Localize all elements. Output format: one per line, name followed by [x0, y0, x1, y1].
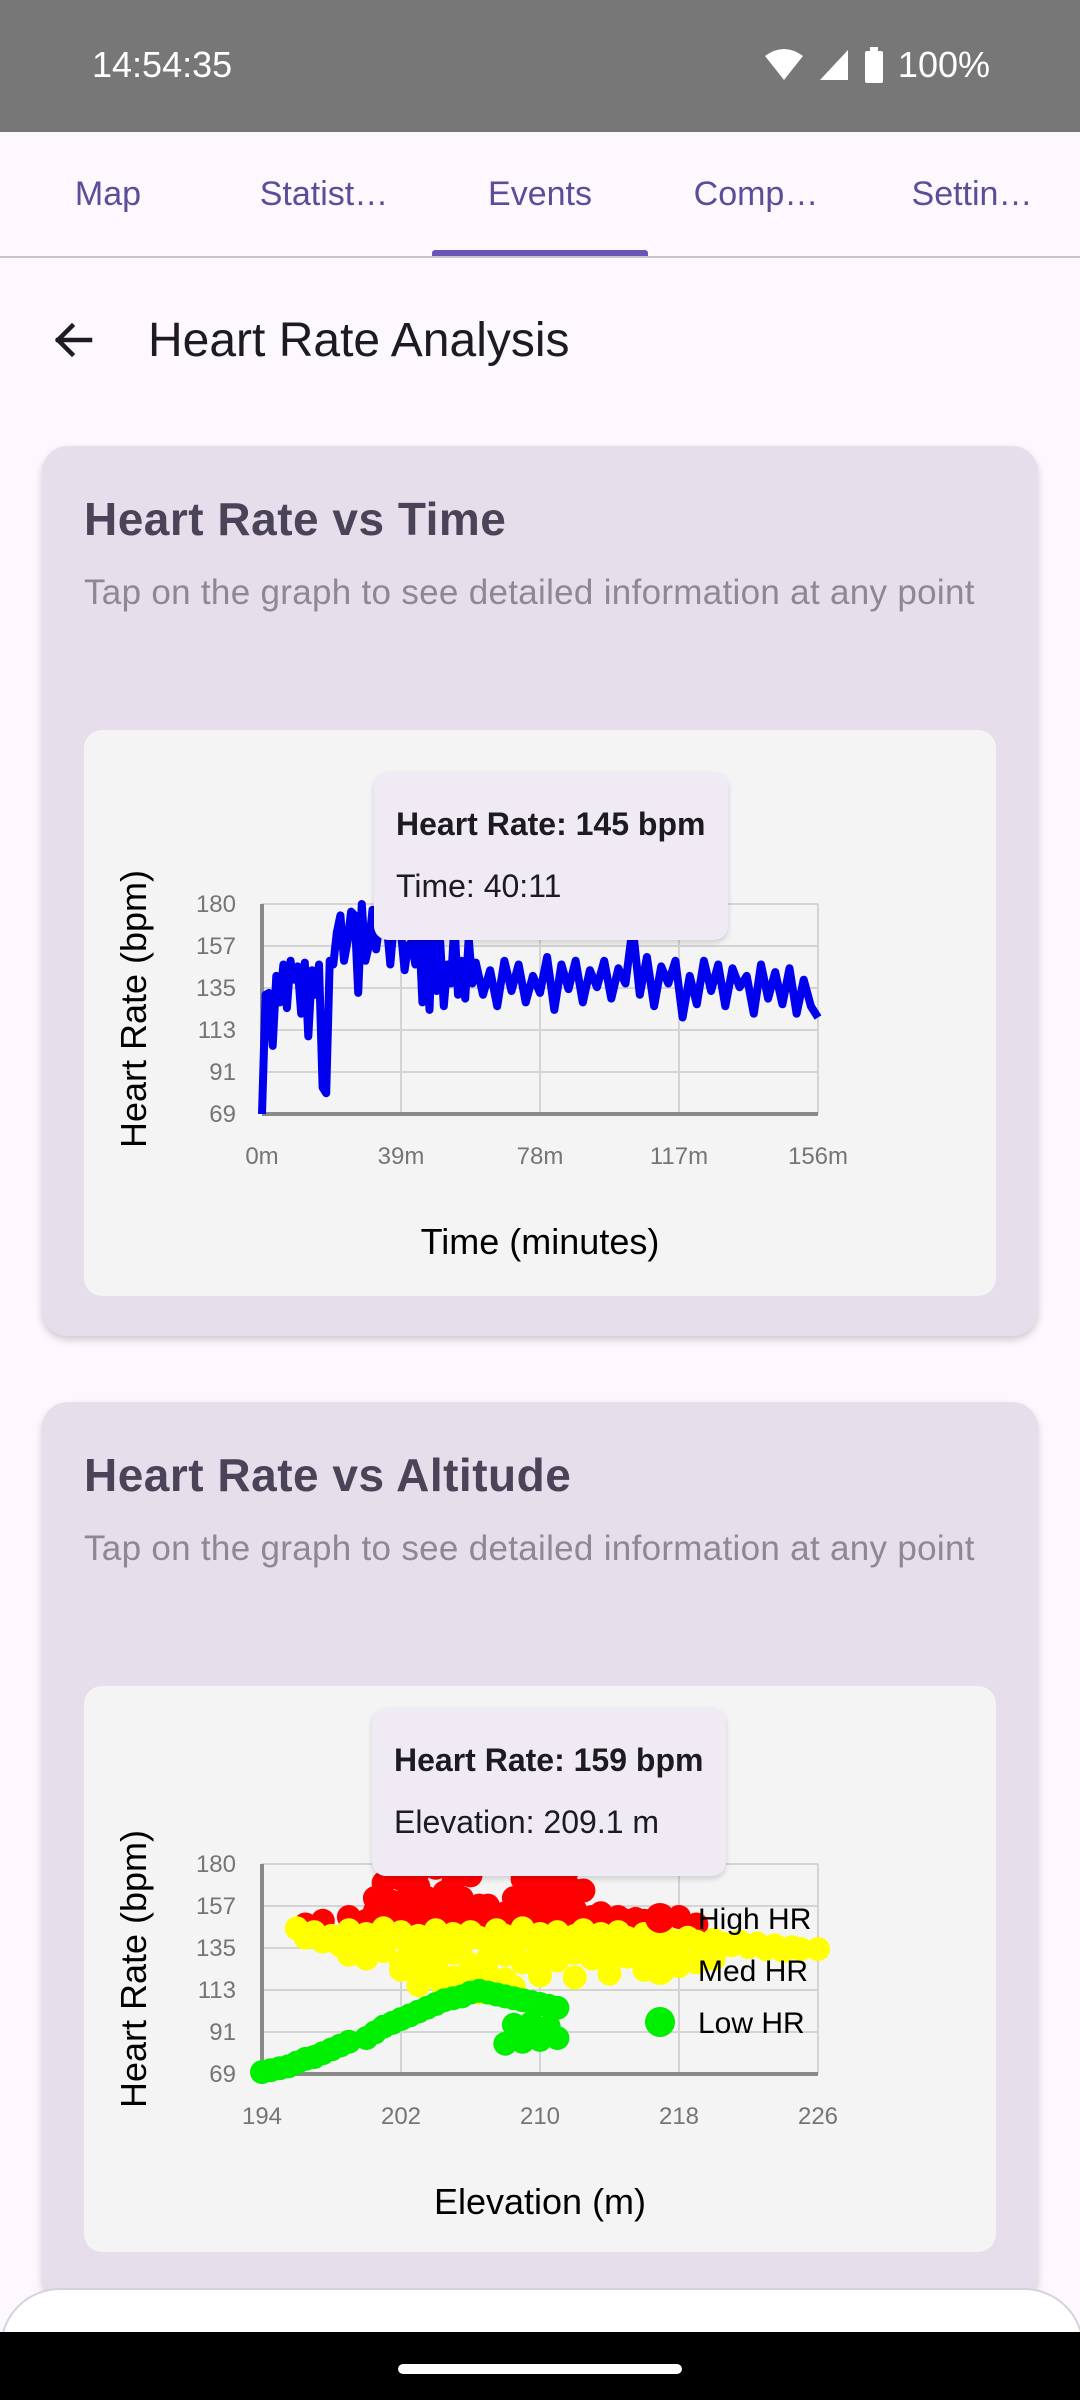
y-tick-label: 69: [209, 1101, 236, 1128]
y-tick-label: 157: [196, 1893, 236, 1920]
data-point: [806, 1937, 830, 1962]
tab-settings[interactable]: Settin…: [864, 132, 1080, 256]
x-tick-label: 117m: [650, 1143, 708, 1170]
x-tick-label: 78m: [517, 1143, 564, 1170]
x-tick-label: 218: [659, 2103, 699, 2130]
y-tick-label: 180: [196, 891, 236, 918]
heart-rate-altitude-card: Heart Rate vs Altitude Tap on the graph …: [42, 1402, 1038, 2302]
legend-label: Low HR: [698, 2007, 805, 2040]
y-tick-label: 135: [196, 1935, 236, 1962]
tab-compare[interactable]: Comp…: [648, 132, 864, 256]
x-tick-label: 226: [798, 2103, 838, 2130]
wifi-icon: [764, 48, 804, 82]
status-icons: 100%: [764, 44, 990, 86]
legend-marker: [645, 1955, 675, 1985]
x-tick-label: 0m: [245, 1143, 278, 1170]
card-title: Heart Rate vs Time: [84, 493, 507, 545]
y-tick-label: 180: [196, 1851, 236, 1878]
data-point: [597, 1961, 622, 1986]
legend-marker: [645, 1903, 675, 1933]
data-point: [397, 1956, 422, 1981]
battery-percent: 100%: [897, 44, 990, 85]
tab-statistics[interactable]: Statist…: [216, 132, 432, 256]
y-tick-label: 135: [196, 975, 236, 1002]
tooltip-heart-rate: Heart Rate: 145 bpm: [396, 806, 706, 842]
page-title: Heart Rate Analysis: [148, 314, 570, 367]
active-tab-indicator: [432, 250, 648, 256]
signal-icon: [818, 48, 850, 82]
heart-rate-time-card: Heart Rate vs Time Tap on the graph to s…: [42, 446, 1038, 1336]
y-tick-label: 113: [198, 1017, 236, 1044]
y-tick-label: 157: [196, 933, 236, 960]
data-point: [536, 2014, 561, 2039]
y-tick-label: 113: [198, 1977, 236, 2004]
arrow-back-icon: [54, 322, 93, 358]
tab-events[interactable]: Events: [432, 132, 648, 256]
chart-tooltip: Heart Rate: 145 bpm Time: 40:11: [374, 772, 728, 940]
tab-map[interactable]: Map: [0, 132, 216, 256]
legend-marker: [645, 2007, 675, 2037]
y-axis-title: Heart Rate (bpm): [113, 870, 154, 1148]
x-axis-title: Elevation (m): [434, 2181, 646, 2222]
data-point: [423, 1965, 448, 1990]
card-description: Tap on the graph to see detailed informa…: [84, 573, 975, 612]
status-time: 14:54:35: [92, 44, 233, 85]
home-handle[interactable]: [398, 2364, 682, 2374]
legend-label: High HR: [698, 1903, 811, 1936]
y-tick-label: 69: [209, 2061, 236, 2088]
x-tick-label: 194: [242, 2103, 282, 2130]
x-axis-title: Time (minutes): [421, 1221, 660, 1262]
x-tick-label: 156m: [788, 1143, 848, 1170]
heart-rate-time-chart[interactable]: 69 91 113 135 157 180 0m 39m 78m 117m 156m Time (mi…: [84, 730, 996, 1296]
status-bar: 14:54:35 100%: [0, 0, 1080, 132]
x-tick-label: 39m: [378, 1143, 425, 1170]
heart-rate-altitude-chart[interactable]: 69 91 113 135 157 180 194 202 210 218 226 Elevation…: [84, 1686, 996, 2252]
chart-tooltip: Heart Rate: 159 bpm Elevation: 209.1 m: [372, 1708, 726, 1876]
x-tick-label: 202: [381, 2103, 421, 2130]
tooltip-heart-rate: Heart Rate: 159 bpm: [394, 1742, 704, 1778]
x-tick-label: 210: [520, 2103, 560, 2130]
data-point: [528, 1963, 552, 1988]
data-point: [467, 1893, 492, 1918]
y-axis-title: Heart Rate (bpm): [113, 1830, 154, 2108]
tooltip-time: Time: 40:11: [396, 868, 562, 904]
tooltip-elevation: Elevation: 209.1 m: [394, 1804, 660, 1840]
card-description: Tap on the graph to see detailed informa…: [84, 1529, 975, 1568]
y-tick-label: 91: [209, 2019, 236, 2046]
y-tick-label: 91: [209, 1059, 236, 1086]
card-title: Heart Rate vs Altitude: [84, 1449, 572, 1501]
data-point: [562, 1965, 587, 1990]
tab-bar: Map Statist… Events Comp… Settin…: [0, 132, 1080, 258]
battery-icon: [864, 47, 884, 83]
legend-label: Med HR: [698, 1955, 808, 1988]
back-button[interactable]: [44, 310, 104, 370]
